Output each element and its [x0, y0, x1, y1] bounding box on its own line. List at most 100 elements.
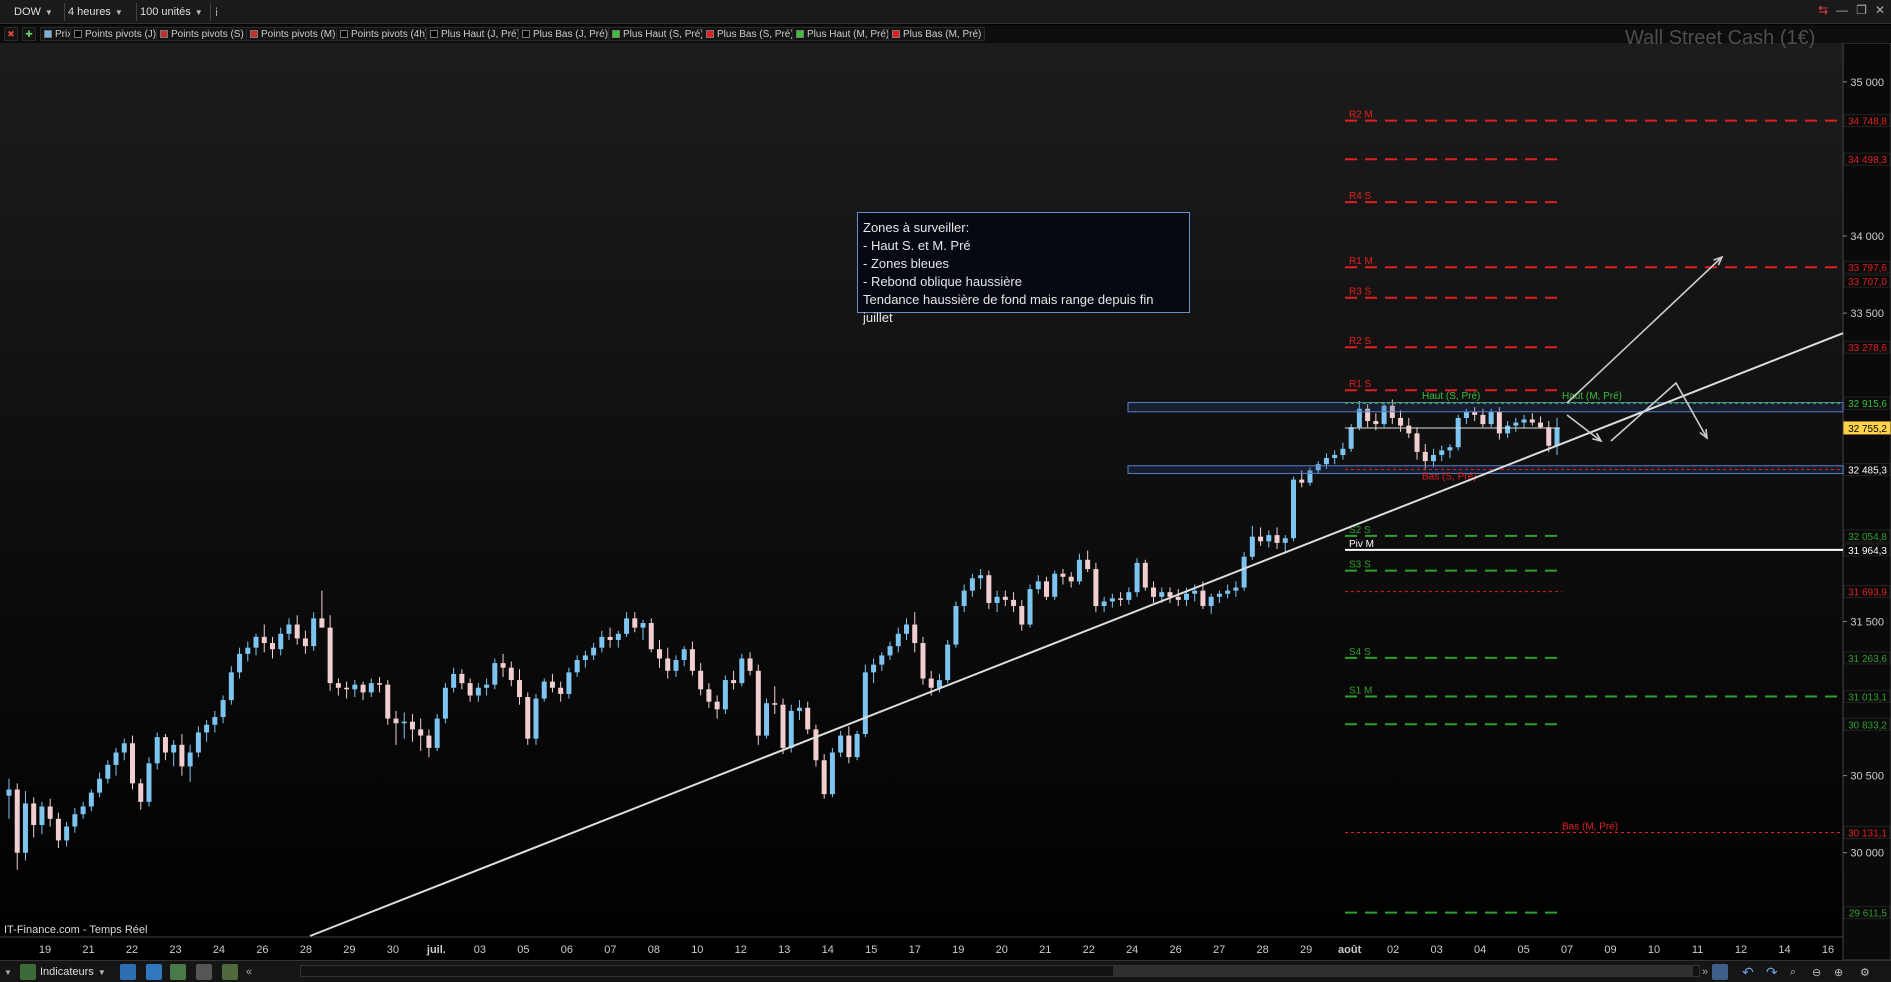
chart-area[interactable]: R2 M R4 S R1 M R3 S R2 S R1 S S2 S Piv M S3 S S4 … [0, 42, 1891, 961]
scroll-end-icon[interactable]: » [1702, 963, 1708, 981]
legend-swatch [522, 30, 530, 38]
legend-label: Plus Haut (S, Pré) [623, 28, 704, 40]
info-icon[interactable]: ⅰ [215, 3, 227, 21]
legend-item[interactable]: Plus Haut (M, Pré) [792, 27, 894, 41]
note-line: Zones à surveiller: [863, 220, 970, 235]
candle-body [47, 806, 53, 819]
scroll-start-icon[interactable]: « [246, 963, 252, 981]
legend-item[interactable]: Points pivots (J) [70, 27, 161, 41]
minimize-icon[interactable]: — [1836, 3, 1848, 17]
candle-body [722, 680, 728, 710]
legend-item[interactable]: Plus Haut (S, Pré) [608, 27, 708, 41]
legend-item[interactable]: Points pivots (M) [246, 27, 340, 41]
candle-body [1134, 562, 1140, 593]
symbol-selector[interactable]: DOW ▼ [14, 3, 62, 21]
settings-icon[interactable]: ⚙ [1860, 963, 1870, 981]
price-tag-label: 33 278,6 [1848, 343, 1887, 354]
price-tick-label: 35 000 [1850, 77, 1884, 89]
legend-item[interactable]: Plus Bas (M, Pré) [888, 27, 986, 41]
candle-body [755, 670, 761, 736]
candle-body [434, 718, 440, 748]
units-selector[interactable]: 100 unités ▼ [140, 3, 208, 21]
undo-icon[interactable]: ↶ [1742, 963, 1754, 981]
time-axis-label: 23 [169, 944, 181, 956]
compare-icon[interactable] [196, 964, 212, 980]
close-icon[interactable]: ✕ [1875, 3, 1885, 17]
candle-body [813, 729, 819, 761]
scrollbar-thumb[interactable] [1113, 966, 1693, 976]
indicators-icon[interactable] [20, 964, 36, 980]
timeframe-selector[interactable]: 4 heures ▼ [68, 3, 134, 21]
indicators-button[interactable]: Indicateurs ▼ [40, 963, 106, 981]
candle-body [772, 703, 778, 705]
link-icon[interactable]: ⇆ [1818, 3, 1828, 17]
candle-body [228, 672, 234, 701]
legend-swatch [44, 30, 52, 38]
time-axis-label: 27 [1213, 944, 1225, 956]
legend-item[interactable]: Plus Bas (S, Pré) [702, 27, 798, 41]
time-axis-label: août [1338, 944, 1362, 956]
candle-body [994, 596, 1000, 603]
candle-body [1241, 556, 1247, 588]
candle-body [1463, 411, 1469, 418]
candle-body [928, 678, 934, 688]
export-icon[interactable] [146, 964, 162, 980]
calendar-icon[interactable] [1712, 964, 1728, 980]
delete-icon[interactable]: ✖ [4, 27, 18, 41]
toolbar-divider [64, 3, 65, 21]
candle-body [698, 670, 704, 690]
toolbar-divider [136, 3, 137, 21]
time-axis-label: 03 [474, 944, 486, 956]
candle-body [286, 624, 292, 634]
indicator-legend: ✖ ✚ Prix Points pivots (J) Points pivots (… [0, 25, 1891, 43]
top-toolbar: DOW ▼ 4 heures ▼ 100 unités ▼ ⅰ ⇆ — ❐ ✕ [0, 0, 1891, 24]
legend-item[interactable]: Points pivots (S) [156, 27, 248, 41]
pivot-level-label: R1 M [1349, 256, 1373, 267]
pivot-level-label: R2 M [1349, 110, 1373, 121]
candle-body [838, 735, 844, 753]
time-axis-label: 07 [1561, 944, 1573, 956]
candle-body [904, 624, 910, 634]
share-icon[interactable] [120, 964, 136, 980]
candle-body [541, 681, 547, 699]
candle-body [895, 633, 901, 647]
maximize-icon[interactable]: ❐ [1856, 3, 1867, 17]
price-tick-label: 33 500 [1850, 308, 1884, 320]
candle-body [451, 673, 457, 688]
zoom-out-icon[interactable]: ⊖ [1812, 963, 1821, 981]
drawing-tools-icon[interactable] [222, 964, 238, 980]
candle-body [253, 636, 259, 648]
candle-body [1538, 422, 1544, 428]
annotation-note[interactable]: Zones à surveiller: - Haut S. et M. Pré … [857, 212, 1190, 325]
zoom-fit-icon[interactable]: ⌕ [1790, 963, 1796, 981]
window-controls: ⇆ — ❐ ✕ [1818, 3, 1885, 17]
candle-body [1159, 592, 1165, 597]
zoom-in-icon[interactable]: ⊕ [1834, 963, 1843, 981]
note-line: Tendance haussière de fond mais range de… [863, 292, 1154, 325]
spreadsheet-icon[interactable] [170, 964, 186, 980]
candle-body [195, 732, 201, 753]
candle-body [426, 735, 432, 748]
candle-body [1216, 593, 1222, 597]
legend-item[interactable]: Plus Haut (J, Pré) [426, 27, 524, 41]
candle-body [1208, 596, 1214, 607]
redo-icon[interactable]: ↷ [1766, 963, 1778, 981]
price-chart[interactable]: R2 MR4 SR1 MR3 SR2 SR1 SS2 SPiv MS3 SS4 … [0, 42, 1891, 961]
candle-body [302, 638, 308, 647]
chevron-down-icon[interactable]: ▼ [4, 963, 12, 981]
candle-body [442, 687, 448, 719]
high-low-label: Haut (M, Pré) [1562, 391, 1622, 402]
legend-item[interactable]: Plus Bas (J, Pré) [518, 27, 613, 41]
candle-body [335, 683, 341, 688]
candle-body [1291, 479, 1297, 539]
zone-rectangle [1127, 402, 1844, 413]
candle-body [829, 752, 835, 795]
time-axis-label: 21 [1039, 944, 1051, 956]
add-icon[interactable]: ✚ [22, 27, 36, 41]
candle-body [22, 803, 28, 853]
price-tag-label: 34 498,3 [1848, 155, 1887, 166]
price-tag-label: 33 707,0 [1848, 277, 1887, 288]
candle-body [212, 717, 218, 725]
candle-body [162, 737, 168, 753]
legend-item[interactable]: Points pivots (4h) [336, 27, 433, 41]
